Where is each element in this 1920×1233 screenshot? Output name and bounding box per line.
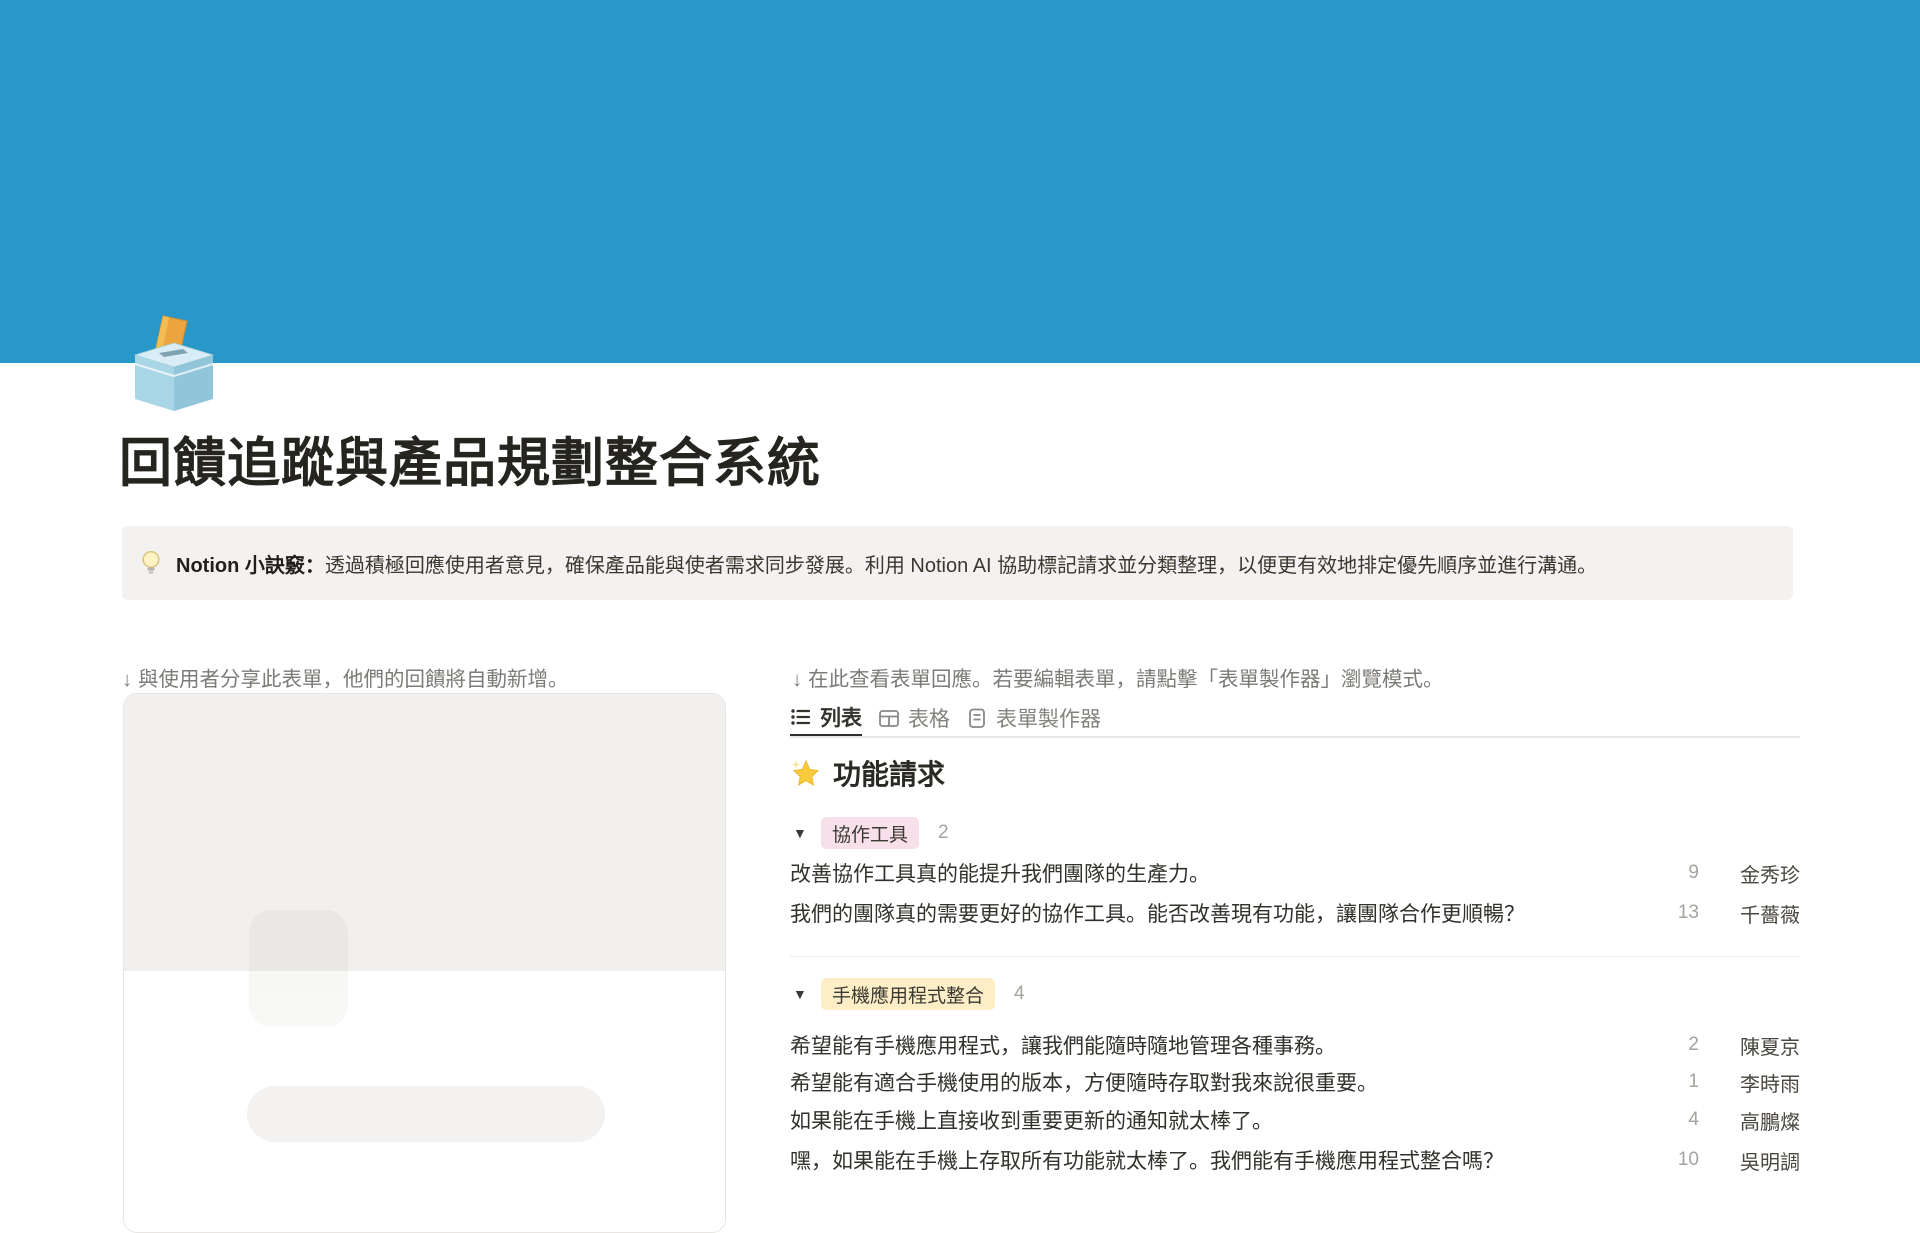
- table-row[interactable]: 改善協作工具真的能提升我們團隊的生產力。 9金秀珍: [790, 853, 1800, 893]
- submitter-name: 李時雨: [1718, 1068, 1800, 1097]
- table-view-icon: [878, 707, 900, 729]
- table-row[interactable]: 希望能有手機應用程式，讓我們能隨時隨地管理各種事務。 2陳夏京: [790, 1025, 1800, 1065]
- table-row[interactable]: 如果能在手機上直接收到重要更新的通知就太棒了。 4高鵬燦: [790, 1100, 1800, 1140]
- form-preview-card[interactable]: [123, 693, 726, 1233]
- vote-count: 13: [1657, 902, 1699, 924]
- view-tabs: 列表 表格 表單製作器: [790, 700, 1101, 737]
- vote-count: 4: [1657, 1109, 1699, 1131]
- vote-count: 2: [1657, 1034, 1699, 1056]
- responses-caption: ↓ 在此查看表單回應。若要編輯表單，請點擊「表單製作器」瀏覽模式。: [792, 662, 1443, 692]
- group-count: 4: [1014, 983, 1025, 1005]
- ballot-box-icon[interactable]: [126, 314, 222, 412]
- vote-count: 10: [1657, 1149, 1699, 1171]
- form-title-placeholder: [247, 1086, 605, 1142]
- submitter-name: 千薔薇: [1718, 899, 1800, 928]
- form-icon-placeholder: [249, 910, 348, 1027]
- tabs-divider: [790, 736, 1800, 738]
- callout-bold-label: Notion 小訣竅：: [176, 555, 325, 577]
- group-header-collaboration[interactable]: ▼ 協作工具 2: [790, 816, 1800, 850]
- group-header-mobile-app[interactable]: ▼ 手機應用程式整合 4: [790, 977, 1800, 1011]
- vote-count: 1: [1657, 1071, 1699, 1093]
- tab-label: 表格: [908, 703, 950, 733]
- submitter-name: 高鵬燦: [1718, 1106, 1800, 1135]
- submitter-name: 金秀珍: [1718, 859, 1800, 888]
- submitter-name: 吳明調: [1718, 1146, 1800, 1175]
- page-cover: [0, 0, 1920, 363]
- share-form-caption: ↓ 與使用者分享此表單，他們的回饋將自動新增。: [122, 662, 568, 692]
- page-title[interactable]: 回饋追蹤與產品規劃整合系統: [119, 421, 821, 497]
- callout-text: Notion 小訣竅：透過積極回應使用者意見，確保產品能與使者需求同步發展。利用…: [176, 549, 1597, 578]
- table-row[interactable]: 嘿，如果能在手機上存取所有功能就太棒了。我們能有手機應用程式整合嗎？ 10吳明調: [790, 1140, 1800, 1180]
- tab-list-view[interactable]: 列表: [790, 700, 862, 737]
- form-cover-placeholder: [124, 694, 725, 971]
- submitter-name: 陳夏京: [1718, 1031, 1800, 1060]
- tab-table-view[interactable]: 表格: [878, 700, 950, 737]
- tip-callout: Notion 小訣竅：透過積極回應使用者意見，確保產品能與使者需求同步發展。利用…: [122, 526, 1793, 600]
- light-bulb-icon: [140, 550, 162, 576]
- tab-label: 列表: [820, 702, 862, 732]
- vote-count: 9: [1657, 862, 1699, 884]
- table-row[interactable]: 我們的團隊真的需要更好的協作工具。能否改善現有功能，讓團隊合作更順暢？ 13千薔…: [790, 893, 1800, 933]
- list-view-icon: [790, 706, 812, 728]
- group-divider: [790, 956, 1800, 957]
- toggle-triangle-icon[interactable]: ▼: [793, 825, 809, 841]
- group-badge: 協作工具: [821, 817, 919, 849]
- tab-label: 表單製作器: [996, 703, 1101, 733]
- group-badge: 手機應用程式整合: [821, 978, 995, 1010]
- database-title: 功能請求: [790, 753, 945, 793]
- form-builder-icon: [966, 707, 988, 729]
- tab-form-builder[interactable]: 表單製作器: [966, 700, 1101, 737]
- group-count: 2: [938, 822, 949, 844]
- table-row[interactable]: 希望能有適合手機使用的版本，方便隨時存取對我來說很重要。 1李時雨: [790, 1062, 1800, 1102]
- toggle-triangle-icon[interactable]: ▼: [793, 986, 809, 1002]
- glowing-star-icon: [790, 758, 820, 788]
